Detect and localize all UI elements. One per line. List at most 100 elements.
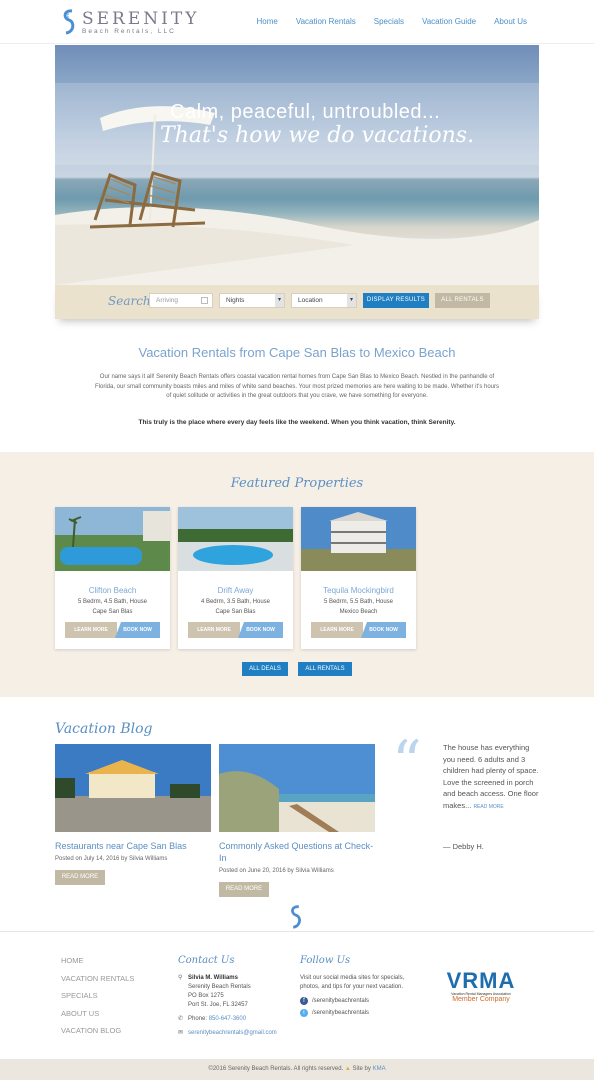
brand-name: Serenity <box>82 9 200 29</box>
property-details: 5 Bedrm, 4.5 Bath, House Cape San Blas <box>55 598 170 617</box>
footer-nav: HOME VACATION RENTALS SPECIALS ABOUT US … <box>61 952 134 1040</box>
testimonial-author: — Debby H. <box>443 842 484 851</box>
twitter-link[interactable]: t /serenitybeachrentals <box>300 1009 410 1018</box>
twitter-icon: t <box>300 1009 308 1017</box>
read-more-button[interactable]: READ MORE <box>55 870 105 885</box>
book-now-button[interactable]: BOOK NOW <box>238 622 283 638</box>
arriving-date-input[interactable]: Arriving <box>149 293 213 308</box>
location-select[interactable]: Location ▾ <box>291 293 357 308</box>
vrma-logo[interactable]: VRMA Vacation Rental Managers Associatio… <box>444 970 518 1010</box>
quote-mark-icon: “ <box>392 728 422 796</box>
location-pin-icon: ⚲ <box>178 975 183 981</box>
featured-title: Featured Properties <box>230 476 364 491</box>
email-link[interactable]: serenitybeachrentals@gmail.com <box>188 1030 277 1036</box>
all-rentals-featured-button[interactable]: ALL RENTALS <box>298 662 352 676</box>
chevron-down-icon: ▾ <box>275 294 284 307</box>
property-card: Clifton Beach 5 Bedrm, 4.5 Bath, House C… <box>55 507 170 649</box>
all-rentals-button[interactable]: ALL RENTALS <box>435 293 490 308</box>
property-card: Tequila Mockingbird 5 Bedrm, 5.5 Bath, H… <box>301 507 416 649</box>
property-name[interactable]: Tequila Mockingbird <box>301 586 416 595</box>
property-photo <box>178 507 293 571</box>
blog-post-title[interactable]: Commonly Asked Questions at Check-In <box>219 840 379 864</box>
book-now-button[interactable]: BOOK NOW <box>361 622 406 638</box>
phone-icon: ✆ <box>178 1016 184 1022</box>
contact-heading: Contact Us <box>178 955 235 966</box>
chevron-down-icon: ▾ <box>347 294 356 307</box>
copyright-text: ©2016 Serenity Beach Rentals. All rights… <box>208 1066 344 1072</box>
logo-swirl-icon <box>63 9 75 35</box>
phone-label: Phone: <box>188 1016 208 1022</box>
site-by-label: Site by <box>352 1066 371 1072</box>
blog-post-photo[interactable] <box>55 744 211 832</box>
kma-link[interactable]: KMA <box>373 1066 386 1072</box>
intro-title: Vacation Rentals from Cape San Blas to M… <box>138 345 456 360</box>
footer-nav-about-us[interactable]: ABOUT US <box>61 1005 134 1023</box>
property-details: 5 Bedrm, 5.5 Bath, House Mexico Beach <box>301 598 416 617</box>
facebook-icon: f <box>300 997 308 1005</box>
facebook-handle: /serenitybeachrentals <box>312 998 370 1004</box>
site-logo[interactable]: Serenity Beach Rentals, LLC <box>60 8 220 38</box>
triangle-icon: ▲ <box>344 1066 351 1072</box>
location-selected: Location <box>298 297 323 304</box>
search-bar: Search: Arriving Nights ▾ Location ▾ DIS… <box>55 285 539 319</box>
intro-body: Our name says it all! Serenity Beach Ren… <box>95 374 499 399</box>
facebook-link[interactable]: f /serenitybeachrentals <box>300 997 410 1006</box>
blog-post-meta: Posted on July 14, 2016 by Silvia Willia… <box>55 856 168 862</box>
arriving-placeholder: Arriving <box>156 297 179 304</box>
book-now-button[interactable]: BOOK NOW <box>115 622 160 638</box>
hero-banner: Calm, peaceful, untroubled... That's how… <box>55 45 539 285</box>
nav-vacation-guide[interactable]: Vacation Guide <box>422 17 476 26</box>
calendar-icon <box>201 297 208 304</box>
property-photo <box>55 507 170 571</box>
display-results-button[interactable]: DISPLAY RESULTS <box>363 293 429 308</box>
brand-subtitle: Beach Rentals, LLC <box>82 28 176 35</box>
blog-post-title[interactable]: Restaurants near Cape San Blas <box>55 840 215 852</box>
intro-tagline: This truly is the place where every day … <box>138 419 456 426</box>
testimonial-text: The house has everything you need. 6 adu… <box>443 742 541 813</box>
footer-nav-home[interactable]: HOME <box>61 952 134 970</box>
learn-more-button[interactable]: LEARN MORE <box>188 622 240 638</box>
property-location: Cape San Blas <box>92 608 133 615</box>
property-card: Drift Away 4 Bedrm, 3.5 Bath, House Cape… <box>178 507 293 649</box>
contact-block: ⚲ Silvia M. Williams Serenity Beach Rent… <box>178 974 277 1038</box>
nav-home[interactable]: Home <box>257 17 278 26</box>
site-header: Serenity Beach Rentals, LLC Home Vacatio… <box>0 0 594 44</box>
hero-tagline: That's how we do vacations. <box>160 123 475 148</box>
nav-specials[interactable]: Specials <box>374 17 404 26</box>
property-specs: 5 Bedrm, 4.5 Bath, House <box>77 599 148 605</box>
email-icon: ✉ <box>178 1030 184 1036</box>
testimonial-read-more-link[interactable]: READ MORE <box>473 804 503 810</box>
learn-more-button[interactable]: LEARN MORE <box>311 622 363 638</box>
blog-post-photo[interactable] <box>219 744 375 832</box>
footer-nav-vacation-rentals[interactable]: VACATION RENTALS <box>61 970 134 988</box>
vrma-member: Member Company <box>452 996 510 1003</box>
vrma-name: VRMA <box>446 968 516 993</box>
learn-more-button[interactable]: LEARN MORE <box>65 622 117 638</box>
property-photo <box>301 507 416 571</box>
blog-title: Vacation Blog <box>55 721 153 737</box>
all-deals-button[interactable]: ALL DEALS <box>242 662 288 676</box>
footer-nav-vacation-blog[interactable]: VACATION BLOG <box>61 1022 134 1040</box>
property-location: Mexico Beach <box>339 608 378 615</box>
testimonial-body: The house has everything you need. 6 adu… <box>443 743 539 810</box>
read-more-button[interactable]: READ MORE <box>219 882 269 897</box>
property-name[interactable]: Drift Away <box>178 586 293 595</box>
property-location: Cape San Blas <box>215 608 256 615</box>
footer-nav-specials[interactable]: SPECIALS <box>61 987 134 1005</box>
main-nav: Home Vacation Rentals Specials Vacation … <box>257 17 528 26</box>
contact-city: Port St. Joe, FL 32457 <box>188 1002 248 1008</box>
logo-swirl-icon <box>291 905 301 929</box>
blog-post-meta: Posted on June 20, 2016 by Silvia Willia… <box>219 868 334 874</box>
contact-name: Silvia M. Williams <box>188 975 238 981</box>
nights-select[interactable]: Nights ▾ <box>219 293 285 308</box>
phone-link[interactable]: 850-647-3600 <box>209 1016 246 1022</box>
beach-scene-image <box>55 106 539 285</box>
property-name[interactable]: Clifton Beach <box>55 586 170 595</box>
nav-about-us[interactable]: About Us <box>494 17 527 26</box>
search-label: Search: <box>108 294 155 308</box>
nav-vacation-rentals[interactable]: Vacation Rentals <box>296 17 356 26</box>
site-footer: HOME VACATION RENTALS SPECIALS ABOUT US … <box>0 931 594 1059</box>
featured-properties-section: Featured Properties Clifton Beach 5 Bedr… <box>0 452 594 697</box>
contact-company: Serenity Beach Rentals <box>188 984 251 990</box>
property-specs: 5 Bedrm, 5.5 Bath, House <box>323 599 394 605</box>
